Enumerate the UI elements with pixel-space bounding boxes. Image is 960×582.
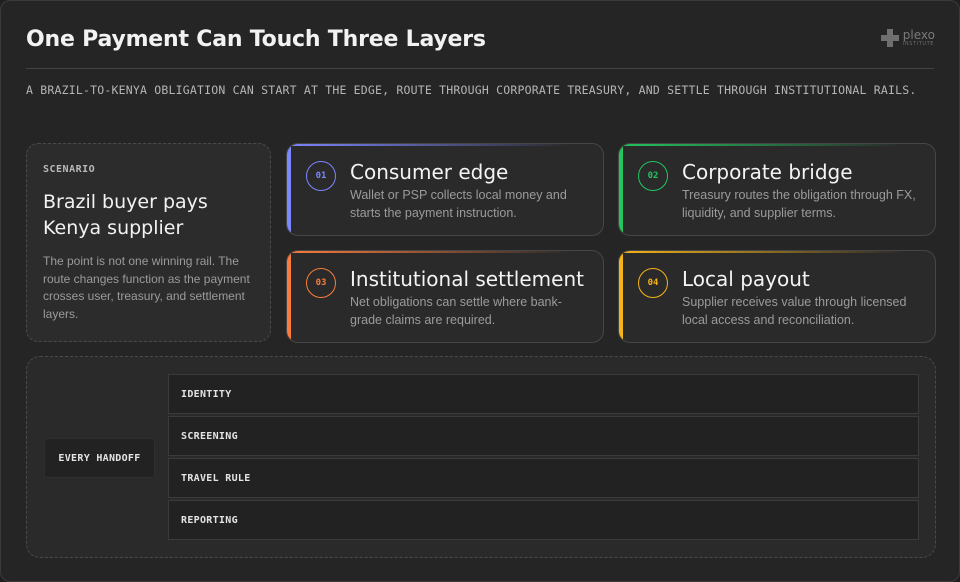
card-description: Treasury routes the obligation through F…: [682, 188, 916, 220]
step-badge: 04: [638, 268, 668, 298]
scenario-panel: SCENARIO Brazil buyer pays Kenya supplie…: [26, 143, 271, 342]
step-badge: 02: [638, 161, 668, 191]
logo-name: plexo: [902, 28, 935, 42]
page-title: One Payment Can Touch Three Layers: [26, 27, 486, 52]
card-description: Net obligations can settle where bank-gr…: [350, 295, 562, 327]
card-description: Supplier receives value through licensed…: [682, 295, 907, 327]
card-title: Local payout: [682, 267, 810, 291]
logo-text: plexo INSTITUTE: [903, 29, 935, 47]
handoff-row-reporting: REPORTING: [168, 500, 919, 540]
card-description: Wallet or PSP collects local money and s…: [350, 188, 567, 220]
scenario-description: The point is not one winning rail. The r…: [43, 254, 250, 321]
handoff-row-travel-rule: TRAVEL RULE: [168, 458, 919, 498]
diagram-frame: One Payment Can Touch Three Layers plexo…: [0, 0, 960, 582]
card-title: Corporate bridge: [682, 160, 853, 184]
layer-card-institutional-settlement: 03 Institutional settlement Net obligati…: [286, 250, 604, 343]
layer-card-corporate-bridge: 02 Corporate bridge Treasury routes the …: [618, 143, 936, 236]
step-badge: 03: [306, 268, 336, 298]
handoff-row-screening: SCREENING: [168, 416, 919, 456]
handoff-row-identity: IDENTITY: [168, 374, 919, 414]
handoff-panel: EVERY HANDOFF IDENTITY SCREENING TRAVEL …: [26, 356, 936, 558]
card-title: Consumer edge: [350, 160, 509, 184]
logo-subname: INSTITUTE: [902, 41, 935, 47]
handoff-label: EVERY HANDOFF: [44, 438, 155, 478]
page-subtitle: A BRAZIL-TO-KENYA OBLIGATION CAN START A…: [26, 83, 917, 97]
layer-card-local-payout: 04 Local payout Supplier receives value …: [618, 250, 936, 343]
layer-card-consumer-edge: 01 Consumer edge Wallet or PSP collects …: [286, 143, 604, 236]
plus-cross-icon: [880, 29, 899, 47]
scenario-kicker: SCENARIO: [43, 164, 96, 175]
card-title: Institutional settlement: [350, 267, 584, 291]
step-badge: 01: [306, 161, 336, 191]
scenario-title: Brazil buyer pays Kenya supplier: [43, 191, 208, 239]
header-divider: [26, 68, 934, 69]
brand-logo: plexo INSTITUTE: [880, 29, 935, 47]
